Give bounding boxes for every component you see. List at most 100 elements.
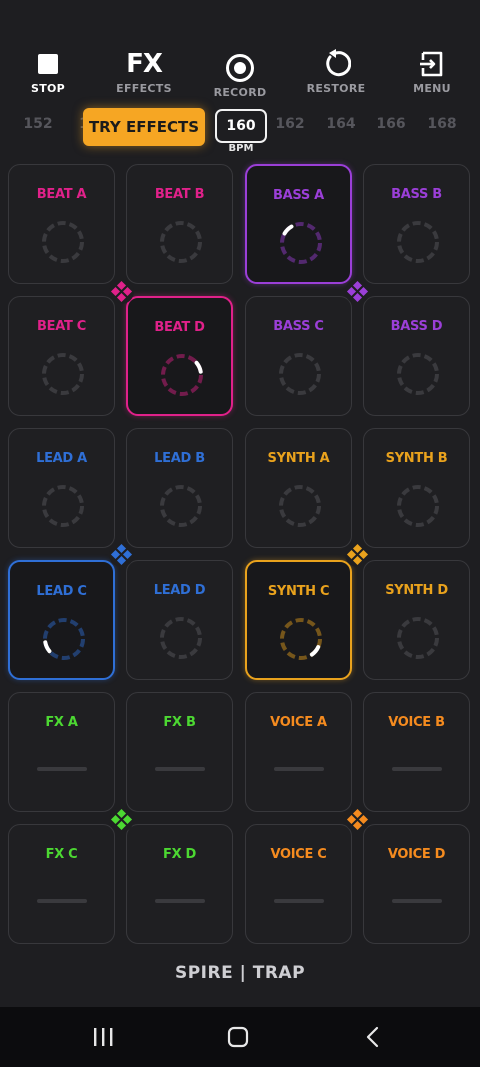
pad-bass-a[interactable]: BASS A [245, 164, 352, 284]
pad-synth-b[interactable]: SYNTH B [363, 428, 470, 548]
pad-level-bar [392, 899, 442, 903]
pad-fx-a[interactable]: FX A [8, 692, 115, 812]
kit-name[interactable]: SPIRE | TRAP [0, 963, 480, 983]
pad-level-bar [37, 899, 87, 903]
pad-synth-d[interactable]: SYNTH D [363, 560, 470, 680]
idle-ring-icon [42, 221, 84, 263]
pad-beat-c[interactable]: BEAT C [8, 296, 115, 416]
link-pads-icon[interactable] [345, 542, 370, 567]
idle-ring-icon [160, 485, 202, 527]
try-effects-tooltip[interactable]: TRY EFFECTS [83, 108, 205, 146]
pad-label: LEAD C [36, 584, 87, 599]
pad-lead-a[interactable]: LEAD A [8, 428, 115, 548]
effects-label: EFFECTS [116, 82, 172, 95]
restore-icon [288, 46, 384, 82]
pad-label: FX A [45, 715, 78, 730]
idle-ring-icon [397, 353, 439, 395]
playing-ring-icon [280, 222, 322, 264]
home-icon[interactable] [218, 1021, 258, 1053]
idle-ring-icon [279, 353, 321, 395]
link-pads-icon[interactable] [345, 807, 370, 832]
pad-label: VOICE D [387, 847, 446, 862]
idle-ring-icon [42, 353, 84, 395]
playing-ring-icon [280, 618, 322, 660]
pad-fx-d[interactable]: FX D [126, 824, 233, 944]
record-button[interactable]: RECORD [192, 50, 288, 99]
idle-ring-icon [397, 617, 439, 659]
pad-label: SYNTH B [385, 451, 448, 466]
fx-text-icon: FX [96, 46, 192, 82]
pad-label: BASS D [390, 319, 443, 334]
link-pads-icon[interactable] [109, 807, 134, 832]
pad-level-bar [37, 767, 87, 771]
restore-button[interactable]: RESTORE [288, 46, 384, 95]
idle-ring-icon [397, 485, 439, 527]
pad-beat-b[interactable]: BEAT B [126, 164, 233, 284]
pad-synth-a[interactable]: SYNTH A [245, 428, 352, 548]
pad-level-bar [274, 899, 324, 903]
pad-label: BASS C [273, 319, 324, 334]
pad-label: SYNTH D [385, 583, 448, 598]
pad-lead-c[interactable]: LEAD C [8, 560, 115, 680]
restore-label: RESTORE [306, 82, 366, 95]
recents-icon[interactable] [83, 1021, 123, 1053]
pad-label: SYNTH C [267, 584, 330, 599]
pad-label: BEAT B [154, 187, 205, 202]
pad-label: FX D [162, 847, 197, 862]
pad-label: VOICE B [388, 715, 445, 730]
bpm-option[interactable]: 164 [316, 116, 366, 132]
playing-ring-icon [43, 618, 85, 660]
stop-icon [0, 46, 96, 82]
pad-voice-c[interactable]: VOICE C [245, 824, 352, 944]
pad-lead-d[interactable]: LEAD D [126, 560, 233, 680]
pad-fx-b[interactable]: FX B [126, 692, 233, 812]
pad-label: FX C [45, 847, 78, 862]
back-icon[interactable] [353, 1021, 393, 1053]
pad-bass-d[interactable]: BASS D [363, 296, 470, 416]
pad-level-bar [274, 767, 324, 771]
bpm-option[interactable]: 166 [366, 116, 416, 132]
pad-synth-c[interactable]: SYNTH C [245, 560, 352, 680]
bpm-selected[interactable]: 160 [215, 109, 267, 143]
pad-level-bar [155, 767, 205, 771]
pad-beat-a[interactable]: BEAT A [8, 164, 115, 284]
idle-ring-icon [279, 485, 321, 527]
bpm-selector: 152 1 160 162 164 166 168 BPM [0, 108, 480, 160]
fx-icon-text: FX [126, 49, 163, 79]
pad-voice-d[interactable]: VOICE D [363, 824, 470, 944]
link-pads-icon[interactable] [109, 279, 134, 304]
effects-button[interactable]: FX EFFECTS [96, 46, 192, 95]
bpm-label: BPM [228, 143, 254, 154]
idle-ring-icon [160, 221, 202, 263]
pad-label: BEAT A [36, 187, 87, 202]
pad-label: BEAT C [37, 319, 86, 334]
record-icon [192, 50, 288, 86]
pad-label: LEAD D [153, 583, 206, 598]
idle-ring-icon [160, 617, 202, 659]
idle-ring-icon [42, 485, 84, 527]
stop-label: STOP [30, 82, 66, 95]
toolbar: STOP FX EFFECTS RECORD RESTORE MENU [0, 46, 480, 102]
menu-button[interactable]: MENU [384, 46, 480, 95]
idle-ring-icon [397, 221, 439, 263]
pad-label: BASS B [391, 187, 442, 202]
pad-voice-a[interactable]: VOICE A [245, 692, 352, 812]
pad-level-bar [155, 899, 205, 903]
pad-lead-b[interactable]: LEAD B [126, 428, 233, 548]
system-navbar [0, 1007, 480, 1067]
exit-icon [384, 46, 480, 82]
link-pads-icon[interactable] [109, 542, 134, 567]
pad-voice-b[interactable]: VOICE B [363, 692, 470, 812]
pad-label: BEAT D [154, 320, 205, 335]
pad-label: VOICE A [270, 715, 327, 730]
link-pads-icon[interactable] [345, 279, 370, 304]
pad-bass-c[interactable]: BASS C [245, 296, 352, 416]
bpm-option[interactable]: 168 [417, 116, 467, 132]
bpm-option[interactable]: 162 [265, 116, 315, 132]
pad-beat-d[interactable]: BEAT D [126, 296, 233, 416]
stop-button[interactable]: STOP [0, 46, 96, 95]
pad-bass-b[interactable]: BASS B [363, 164, 470, 284]
record-label: RECORD [213, 86, 267, 99]
pad-fx-c[interactable]: FX C [8, 824, 115, 944]
bpm-option[interactable]: 152 [13, 116, 63, 132]
